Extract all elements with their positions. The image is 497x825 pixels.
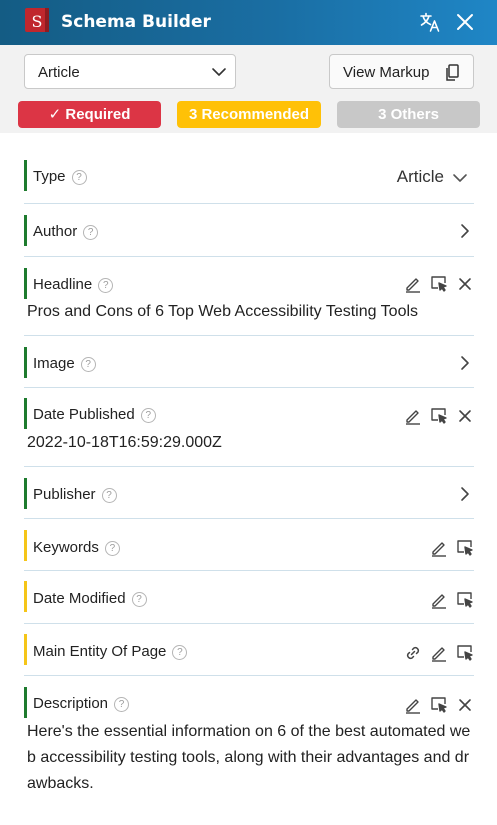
- others-filter-button[interactable]: 3 Others: [337, 101, 480, 128]
- help-icon[interactable]: ?: [80, 356, 96, 372]
- required-indicator: [24, 687, 27, 718]
- property-row-author[interactable]: Author?: [24, 204, 474, 257]
- property-row-date-modified: Date Modified?: [24, 571, 474, 624]
- chevron-down-icon: [453, 173, 467, 182]
- property-name-keywords: Keywords?: [33, 539, 120, 556]
- property-name-author: Author?: [33, 223, 99, 240]
- help-icon[interactable]: ?: [114, 696, 130, 712]
- remove-icon[interactable]: [456, 696, 474, 714]
- property-row-keywords: Keywords?: [24, 519, 474, 571]
- description-value: Here's the essential information on 6 of…: [27, 723, 471, 792]
- help-icon[interactable]: ?: [98, 277, 114, 293]
- view-markup-button[interactable]: View Markup: [329, 54, 474, 89]
- toolbar: Article View Markup: [0, 45, 497, 97]
- schema-type-select-value: Article: [38, 64, 80, 81]
- headline-value: Pros and Cons of 6 Top Web Accessibility…: [27, 303, 419, 320]
- select-element-icon[interactable]: [456, 539, 474, 557]
- help-icon[interactable]: ?: [104, 540, 120, 556]
- property-row-type: Type? Article: [24, 152, 474, 204]
- property-name-date-published: Date Published?: [33, 406, 156, 423]
- required-indicator: [24, 215, 27, 246]
- property-name-main-entity-of-page: Main Entity Of Page?: [33, 643, 188, 660]
- close-icon[interactable]: [453, 10, 477, 34]
- property-name-headline: Headline?: [33, 276, 114, 293]
- copy-icon: [446, 64, 459, 81]
- property-row-date-published: Date Published? 2022-10-18T16:59:29.000Z: [24, 388, 474, 467]
- property-row-publisher[interactable]: Publisher?: [24, 467, 474, 519]
- property-name-description: Description?: [33, 695, 130, 712]
- title-bar: S Schema Builder: [0, 0, 497, 45]
- property-row-main-entity-of-page: Main Entity Of Page?: [24, 624, 474, 676]
- help-icon[interactable]: ?: [140, 407, 156, 423]
- property-row-headline: Headline? Pros and Cons of 6 Top Web Acc…: [24, 257, 474, 336]
- translate-icon[interactable]: [418, 10, 442, 34]
- property-row-description: Description? Here's the essential inform…: [24, 676, 474, 804]
- select-element-icon[interactable]: [456, 591, 474, 609]
- schema-type-select[interactable]: Article: [24, 54, 236, 89]
- required-indicator: [24, 478, 27, 509]
- chevron-right-icon[interactable]: [456, 222, 474, 240]
- help-icon[interactable]: ?: [83, 224, 99, 240]
- required-filter-button[interactable]: ✓ Required: [18, 101, 161, 128]
- link-icon[interactable]: [404, 644, 422, 662]
- help-icon[interactable]: ?: [71, 169, 87, 185]
- select-element-icon[interactable]: [430, 407, 448, 425]
- type-select[interactable]: Article: [397, 167, 468, 187]
- edit-pencil-icon[interactable]: [430, 591, 448, 609]
- property-name-publisher: Publisher?: [33, 486, 117, 503]
- recommended-filter-button[interactable]: 3 Recommended: [177, 101, 321, 128]
- required-indicator: [24, 347, 27, 378]
- select-element-icon[interactable]: [456, 644, 474, 662]
- chevron-down-icon: [212, 68, 226, 76]
- remove-icon[interactable]: [456, 275, 474, 293]
- edit-pencil-icon[interactable]: [404, 696, 422, 714]
- edit-pencil-icon[interactable]: [430, 539, 448, 557]
- chevron-right-icon[interactable]: [456, 354, 474, 372]
- recommended-indicator: [24, 530, 27, 561]
- remove-icon[interactable]: [456, 407, 474, 425]
- help-icon[interactable]: ?: [131, 591, 147, 607]
- property-name-date-modified: Date Modified?: [33, 590, 147, 607]
- date-published-value: 2022-10-18T16:59:29.000Z: [27, 434, 222, 451]
- select-element-icon[interactable]: [430, 275, 448, 293]
- property-name-image: Image?: [33, 355, 96, 372]
- chevron-right-icon[interactable]: [456, 485, 474, 503]
- edit-pencil-icon[interactable]: [430, 644, 448, 662]
- view-markup-label: View Markup: [343, 64, 430, 81]
- recommended-indicator: [24, 581, 27, 612]
- filter-bar: ✓ Required 3 Recommended 3 Others: [0, 97, 497, 133]
- property-name-type: Type?: [33, 168, 87, 185]
- edit-pencil-icon[interactable]: [404, 275, 422, 293]
- required-indicator: [24, 398, 27, 429]
- edit-pencil-icon[interactable]: [404, 407, 422, 425]
- required-indicator: [24, 268, 27, 299]
- help-icon[interactable]: ?: [172, 644, 188, 660]
- required-indicator: [24, 160, 27, 191]
- help-icon[interactable]: ?: [101, 487, 117, 503]
- schema-builder-logo: S: [25, 8, 49, 32]
- recommended-indicator: [24, 634, 27, 665]
- property-row-image[interactable]: Image?: [24, 336, 474, 388]
- app-title: Schema Builder: [61, 12, 211, 32]
- select-element-icon[interactable]: [430, 696, 448, 714]
